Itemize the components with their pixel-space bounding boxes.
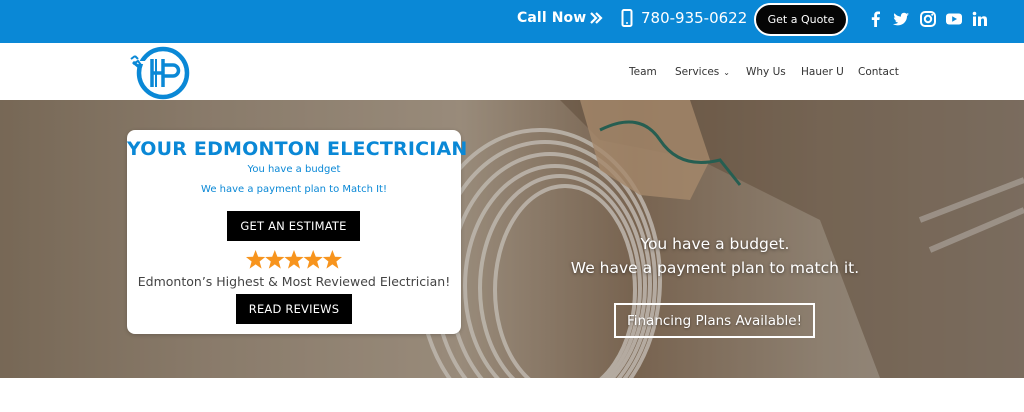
nav-item-services[interactable]: Services ⌄	[675, 66, 730, 78]
main-navigation: Team Services ⌄ Why Us Hauer U Contact	[0, 43, 1024, 100]
double-chevron-right-icon	[590, 12, 603, 24]
facebook-icon[interactable]	[867, 10, 885, 28]
linkedin-icon[interactable]	[971, 10, 989, 28]
nav-item-team[interactable]: Team	[629, 66, 657, 78]
instagram-icon[interactable]	[919, 10, 937, 28]
promo-card: YOUR EDMONTON ELECTRICIAN You have a bud…	[127, 130, 468, 334]
five-star-rating-icon	[246, 250, 342, 269]
phone-number-link[interactable]: 780-935-0622	[641, 9, 747, 27]
company-logo[interactable]	[129, 45, 193, 101]
hero-budget-text: You have a budget.	[640, 235, 790, 253]
top-bar: Call Now 780-935-0622 Get a Quote	[0, 0, 1024, 43]
read-reviews-button[interactable]: READ REVIEWS	[236, 294, 352, 324]
get-a-quote-button[interactable]: Get a Quote	[754, 3, 848, 36]
get-an-estimate-button[interactable]: GET AN ESTIMATE	[227, 211, 360, 241]
card-payment-text: We have a payment plan to Match It!	[201, 184, 387, 195]
twitter-icon[interactable]	[892, 10, 910, 28]
card-tagline: Edmonton’s Highest & Most Reviewed Elect…	[137, 274, 451, 289]
card-budget-text: You have a budget	[247, 164, 341, 175]
hero-banner: YOUR EDMONTON ELECTRICIAN You have a bud…	[0, 100, 1024, 378]
call-now-label[interactable]: Call Now	[517, 10, 586, 26]
mobile-phone-icon	[621, 9, 633, 27]
nav-item-why-us[interactable]: Why Us	[746, 66, 786, 78]
financing-plans-button[interactable]: Financing Plans Available!	[614, 303, 815, 338]
nav-item-hauer-u[interactable]: Hauer U	[801, 66, 844, 78]
nav-item-services-label: Services	[675, 66, 720, 78]
chevron-down-icon: ⌄	[723, 68, 730, 77]
hero-payment-text: We have a payment plan to match it.	[570, 259, 860, 277]
youtube-icon[interactable]	[945, 10, 963, 28]
nav-item-contact[interactable]: Contact	[858, 66, 899, 78]
card-title: YOUR EDMONTON ELECTRICIAN	[127, 138, 468, 160]
